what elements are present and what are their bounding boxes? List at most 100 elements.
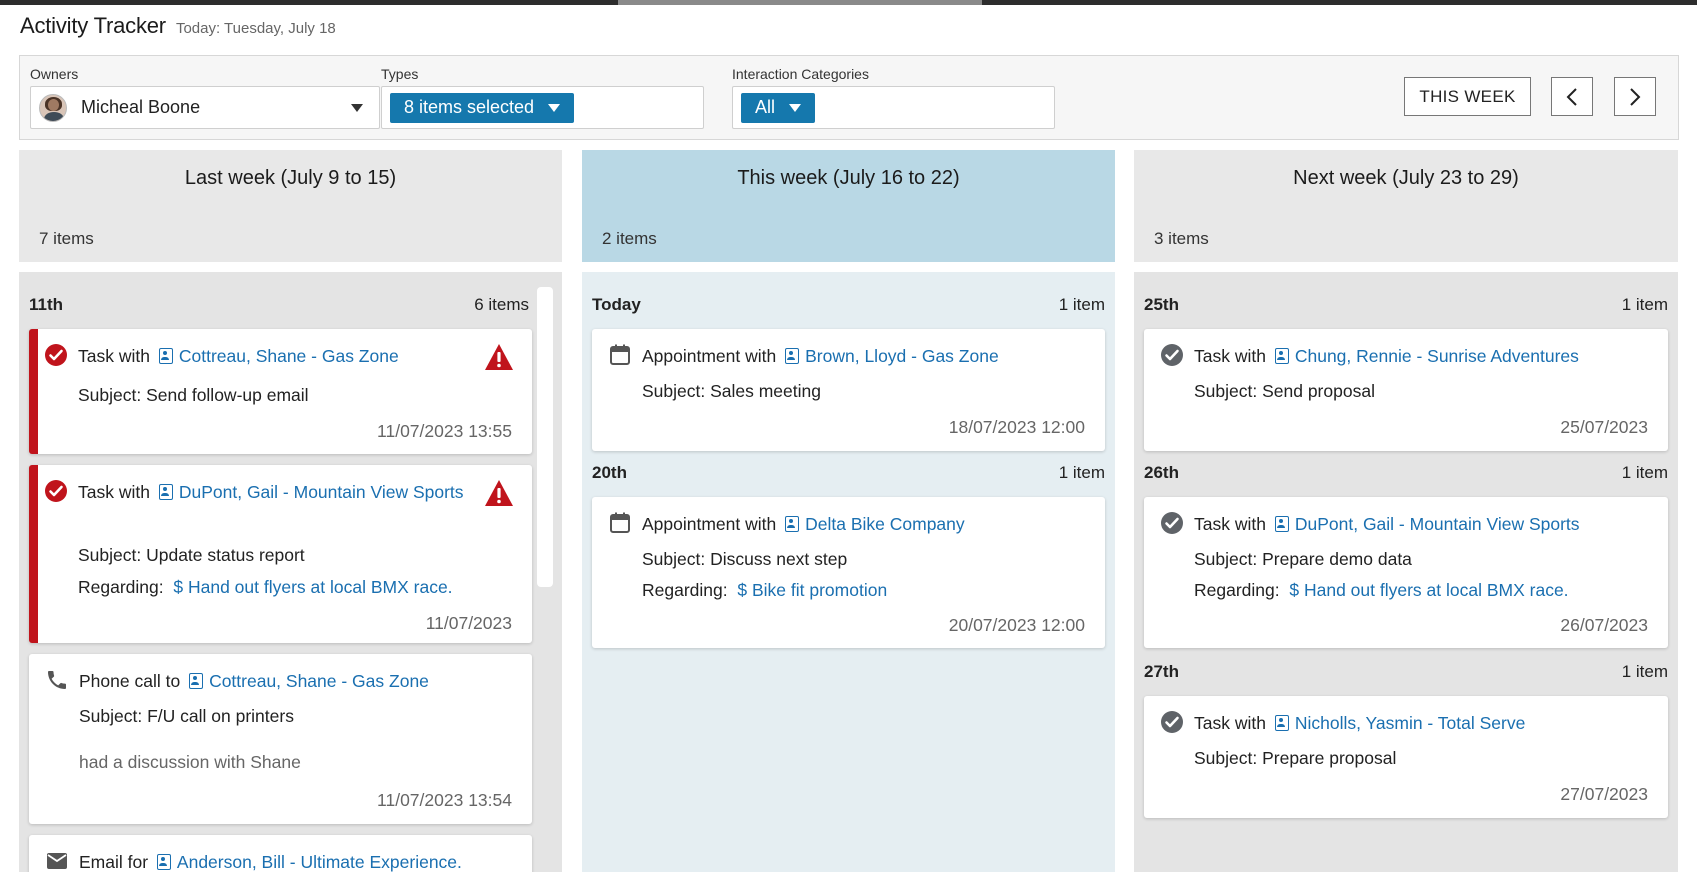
card-title: Appointment with Delta Bike Company <box>642 511 1045 537</box>
contact-link[interactable]: DuPont, Gail - Mountain View Sports <box>1295 514 1580 534</box>
types-filter: Types 8 items selected <box>381 66 704 129</box>
last-week-header: Last week (July 9 to 15) 7 items <box>19 150 562 262</box>
owners-dropdown[interactable]: Micheal Boone <box>30 86 380 129</box>
next-week-count: 3 items <box>1154 229 1209 248</box>
contact-link[interactable]: Cottreau, Shane - Gas Zone <box>179 346 399 366</box>
categories-field[interactable]: All <box>732 86 1055 129</box>
activity-card[interactable]: Appointment with Brown, Lloyd - Gas Zone… <box>592 329 1105 451</box>
chevron-right-icon <box>1630 87 1641 106</box>
day-header: Today 1 item <box>592 293 1105 317</box>
this-week-title: This week (July 16 to 22) <box>737 167 960 189</box>
last-week-column[interactable]: 11th 6 items Task with Cottreau, Shane -… <box>19 272 562 872</box>
page-title: Activity Tracker <box>20 13 166 38</box>
next-week-button[interactable] <box>1614 77 1656 116</box>
card-regarding: Regarding: $ Hand out flyers at local BM… <box>1194 580 1569 601</box>
activity-type-label: Task with <box>78 346 150 366</box>
card-date: 25/07/2023 <box>1560 417 1648 437</box>
dollar-icon: $ <box>168 577 184 597</box>
day-count: 1 item <box>1621 295 1668 314</box>
activity-type-label: Task with <box>1194 514 1266 534</box>
card-subject: Subject: Update status report <box>78 545 305 565</box>
card-subject: Subject: Prepare proposal <box>1194 748 1397 768</box>
contact-link[interactable]: Brown, Lloyd - Gas Zone <box>805 346 999 366</box>
activity-type-label: Task with <box>78 482 150 502</box>
day-header: 25th 1 item <box>1144 293 1668 317</box>
chevron-down-icon <box>789 103 802 112</box>
contact-card-icon <box>1274 715 1289 731</box>
card-title: Phone call to Cottreau, Shane - Gas Zone <box>79 668 472 694</box>
activity-card[interactable]: Phone call to Cottreau, Shane - Gas Zone… <box>29 654 532 824</box>
regarding-label: Regarding: <box>1194 580 1280 600</box>
scrollbar-thumb[interactable] <box>537 287 553 587</box>
activity-card[interactable]: Task with Cottreau, Shane - Gas Zone Sub… <box>29 329 532 454</box>
contact-card-icon <box>156 854 171 870</box>
day-label: 26th <box>1144 463 1179 482</box>
card-date: 11/07/2023 13:55 <box>377 421 512 441</box>
activity-card[interactable]: Task with DuPont, Gail - Mountain View S… <box>29 465 532 643</box>
activity-type-label: Appointment with <box>642 514 777 534</box>
previous-week-button[interactable] <box>1551 77 1593 116</box>
day-header: 27th 1 item <box>1144 660 1668 684</box>
regarding-label: Regarding: <box>78 577 164 597</box>
today-label: Today: Tuesday, July 18 <box>175 20 336 37</box>
day-count: 1 item <box>1621 463 1668 482</box>
day-label: Today <box>592 295 641 314</box>
contact-link[interactable]: Cottreau, Shane - Gas Zone <box>209 671 429 691</box>
email-icon <box>45 849 69 872</box>
day-label: 11th <box>29 295 64 314</box>
activity-card[interactable]: Task with Chung, Rennie - Sunrise Advent… <box>1144 329 1668 451</box>
regarding-link[interactable]: Hand out flyers at local BMX race. <box>1304 580 1569 600</box>
card-title: Appointment with Brown, Lloyd - Gas Zone <box>642 343 1045 369</box>
dollar-icon: $ <box>1284 580 1300 600</box>
day-header: 26th 1 item <box>1144 461 1668 485</box>
chevron-left-icon <box>1566 87 1577 106</box>
chevron-down-icon <box>548 103 561 112</box>
card-subject: Subject: Send proposal <box>1194 381 1375 401</box>
top-progress-segment <box>618 0 982 5</box>
page-header: Activity Tracker Today: Tuesday, July 18 <box>20 13 336 39</box>
phone-icon <box>45 668 69 692</box>
this-week-button[interactable]: THIS WEEK <box>1404 77 1531 116</box>
types-field[interactable]: 8 items selected <box>381 86 704 129</box>
activity-type-label: Appointment with <box>642 346 777 366</box>
contact-card-icon <box>158 348 173 364</box>
activity-card[interactable]: Task with DuPont, Gail - Mountain View S… <box>1144 497 1668 648</box>
owners-label: Owners <box>30 66 79 82</box>
contact-card-icon <box>785 348 800 364</box>
activity-card[interactable]: Appointment with Delta Bike Company Subj… <box>592 497 1105 648</box>
contact-link[interactable]: Chung, Rennie - Sunrise Adventures <box>1295 346 1579 366</box>
types-label: Types <box>381 66 419 82</box>
last-week-count: 7 items <box>39 229 94 248</box>
categories-chip[interactable]: All <box>741 92 816 123</box>
categories-label: Interaction Categories <box>732 66 869 82</box>
card-date: 11/07/2023 <box>425 613 512 633</box>
card-title: Task with DuPont, Gail - Mountain View S… <box>1194 511 1608 537</box>
last-week-title: Last week (July 9 to 15) <box>184 167 397 189</box>
avatar <box>39 93 67 122</box>
day-count: 1 item <box>1621 662 1668 681</box>
activity-card[interactable]: Email for Anderson, Bill - Ultimate Expe… <box>29 835 532 872</box>
day-label: 25th <box>1144 295 1179 314</box>
contact-link[interactable]: Anderson, Bill - Ultimate Experience. <box>177 852 462 872</box>
day-header: 11th 6 items <box>29 293 529 317</box>
completed-check-icon <box>1160 710 1184 734</box>
regarding-link[interactable]: Hand out flyers at local BMX race. <box>188 577 453 597</box>
contact-link[interactable]: DuPont, Gail - Mountain View Sports <box>179 482 464 502</box>
contact-link[interactable]: Delta Bike Company <box>805 514 965 534</box>
this-week-column[interactable]: Today 1 item Appointment with Brown, Llo… <box>582 272 1115 872</box>
this-week-header: This week (July 16 to 22) 2 items <box>582 150 1115 262</box>
card-subject: Subject: Send follow-up email <box>78 385 309 405</box>
activity-card[interactable]: Task with Nicholls, Yasmin - Total Serve… <box>1144 696 1668 818</box>
contact-card-icon <box>1274 516 1289 532</box>
activity-type-label: Task with <box>1194 346 1266 366</box>
contact-link[interactable]: Nicholls, Yasmin - Total Serve <box>1295 713 1526 733</box>
day-header: 20th 1 item <box>592 461 1105 485</box>
activity-type-label: Task with <box>1194 713 1266 733</box>
card-subject: Subject: Sales meeting <box>642 381 821 401</box>
card-note: had a discussion with Shane <box>79 752 301 772</box>
categories-filter: Interaction Categories All <box>732 66 1055 129</box>
types-chip[interactable]: 8 items selected <box>390 92 575 123</box>
regarding-link[interactable]: Bike fit promotion <box>752 580 887 600</box>
next-week-column[interactable]: 25th 1 item Task with Chung, Rennie - Su… <box>1134 272 1678 872</box>
contact-card-icon <box>785 516 800 532</box>
